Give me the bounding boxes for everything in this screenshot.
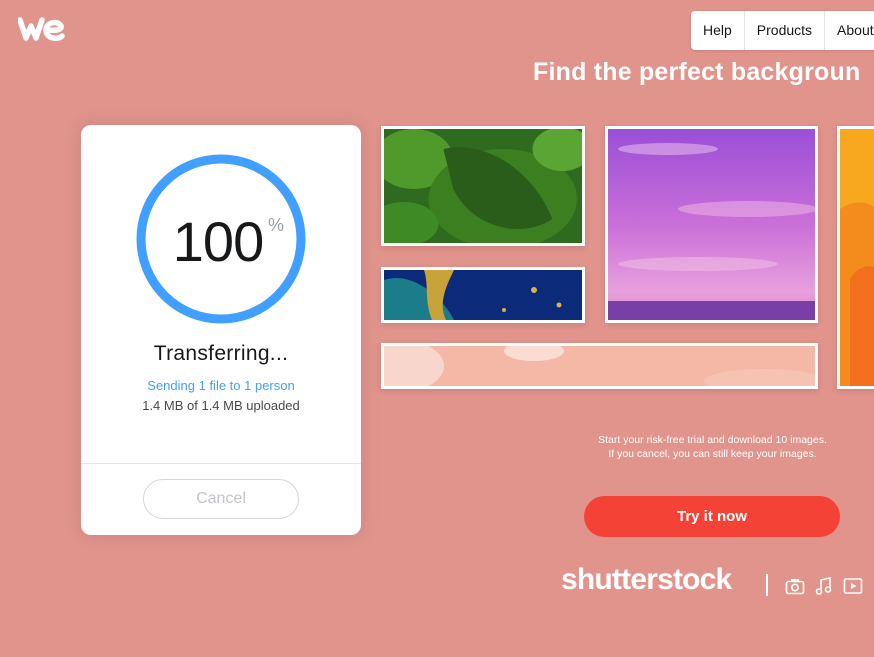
top-nav: Help Products About [691, 11, 874, 50]
music-icon [815, 577, 832, 595]
recipients-text: Sending 1 file to 1 person [147, 378, 295, 393]
video-icon [843, 578, 863, 594]
background-thumbnail-marble[interactable] [381, 267, 585, 323]
background-thumbnail-green[interactable] [381, 126, 585, 246]
ad-headline: Find the perfect backgroun [533, 58, 861, 86]
progress-percent: 100 [172, 210, 264, 273]
background-thumbnail-sunset[interactable] [605, 126, 818, 323]
camera-icon [785, 579, 805, 595]
background-thumbnail-orange[interactable] [837, 126, 874, 389]
transfer-status: Transferring... [153, 342, 289, 365]
nav-products[interactable]: Products [745, 11, 826, 50]
transfer-panel: 100 % Transferring... Sending 1 file to … [81, 125, 361, 535]
brand-separator [766, 574, 768, 596]
nav-help[interactable]: Help [691, 11, 745, 50]
upload-size-text: 1.4 MB of 1.4 MB uploaded [142, 398, 300, 413]
nav-about[interactable]: About [825, 11, 874, 50]
try-it-now-button[interactable]: Try it now [584, 496, 840, 537]
promo-text-line2: If you cancel, you can still keep your i… [608, 448, 817, 460]
divider [81, 463, 361, 464]
promo-text-line1: Start your risk-free trial and download … [598, 434, 827, 446]
percent-sign: % [268, 215, 285, 235]
cancel-button[interactable]: Cancel [143, 479, 299, 519]
shutterstock-logo[interactable]: shutterstock [561, 563, 732, 597]
wetransfer-logo[interactable] [18, 16, 66, 42]
background-thumbnail-peach[interactable] [381, 343, 818, 389]
